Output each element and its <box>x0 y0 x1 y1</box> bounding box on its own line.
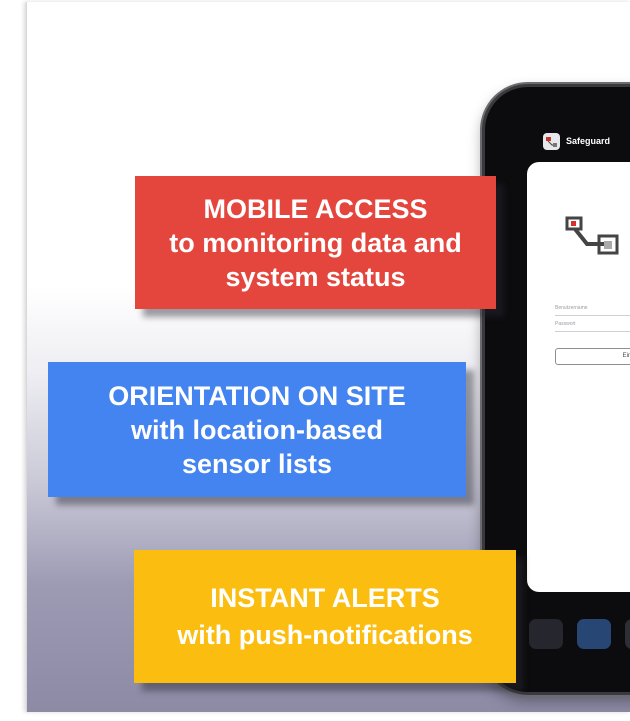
dock-tile <box>577 619 611 649</box>
safeguard-app-icon <box>543 132 560 150</box>
feature-text: to monitoring data and <box>169 227 462 258</box>
dock-tile <box>529 619 563 649</box>
feature-heading: MOBILE ACCESS <box>203 193 428 224</box>
feature-text: with push-notifications <box>177 619 473 650</box>
username-field[interactable]: Benutzername <box>555 302 630 316</box>
feature-heading: ORIENTATION ON SITE <box>108 380 406 411</box>
feature-orientation-on-site: ORIENTATION ON SITE with location-based … <box>48 362 466 497</box>
feature-heading: INSTANT ALERTS <box>210 582 440 613</box>
dock-tile <box>625 619 630 649</box>
password-field[interactable]: Passwort <box>555 318 630 332</box>
feature-text: sensor lists <box>181 448 333 479</box>
app-header: Safeguard <box>543 131 610 151</box>
app-screen: Benutzername Passwort Einlog <box>527 162 630 592</box>
safeguard-logo-icon <box>565 212 625 262</box>
feature-instant-alerts: INSTANT ALERTS with push-notifications <box>134 550 516 683</box>
feature-mobile-access: MOBILE ACCESS to monitoring data and sys… <box>135 176 496 309</box>
feature-text: system status <box>225 261 406 292</box>
login-button[interactable]: Einlog <box>555 348 630 365</box>
promo-graphic: Safeguard Benutzername Passwort Einlog M… <box>26 2 630 712</box>
feature-text: with location-based <box>130 414 384 445</box>
app-title: Safeguard <box>566 136 611 146</box>
